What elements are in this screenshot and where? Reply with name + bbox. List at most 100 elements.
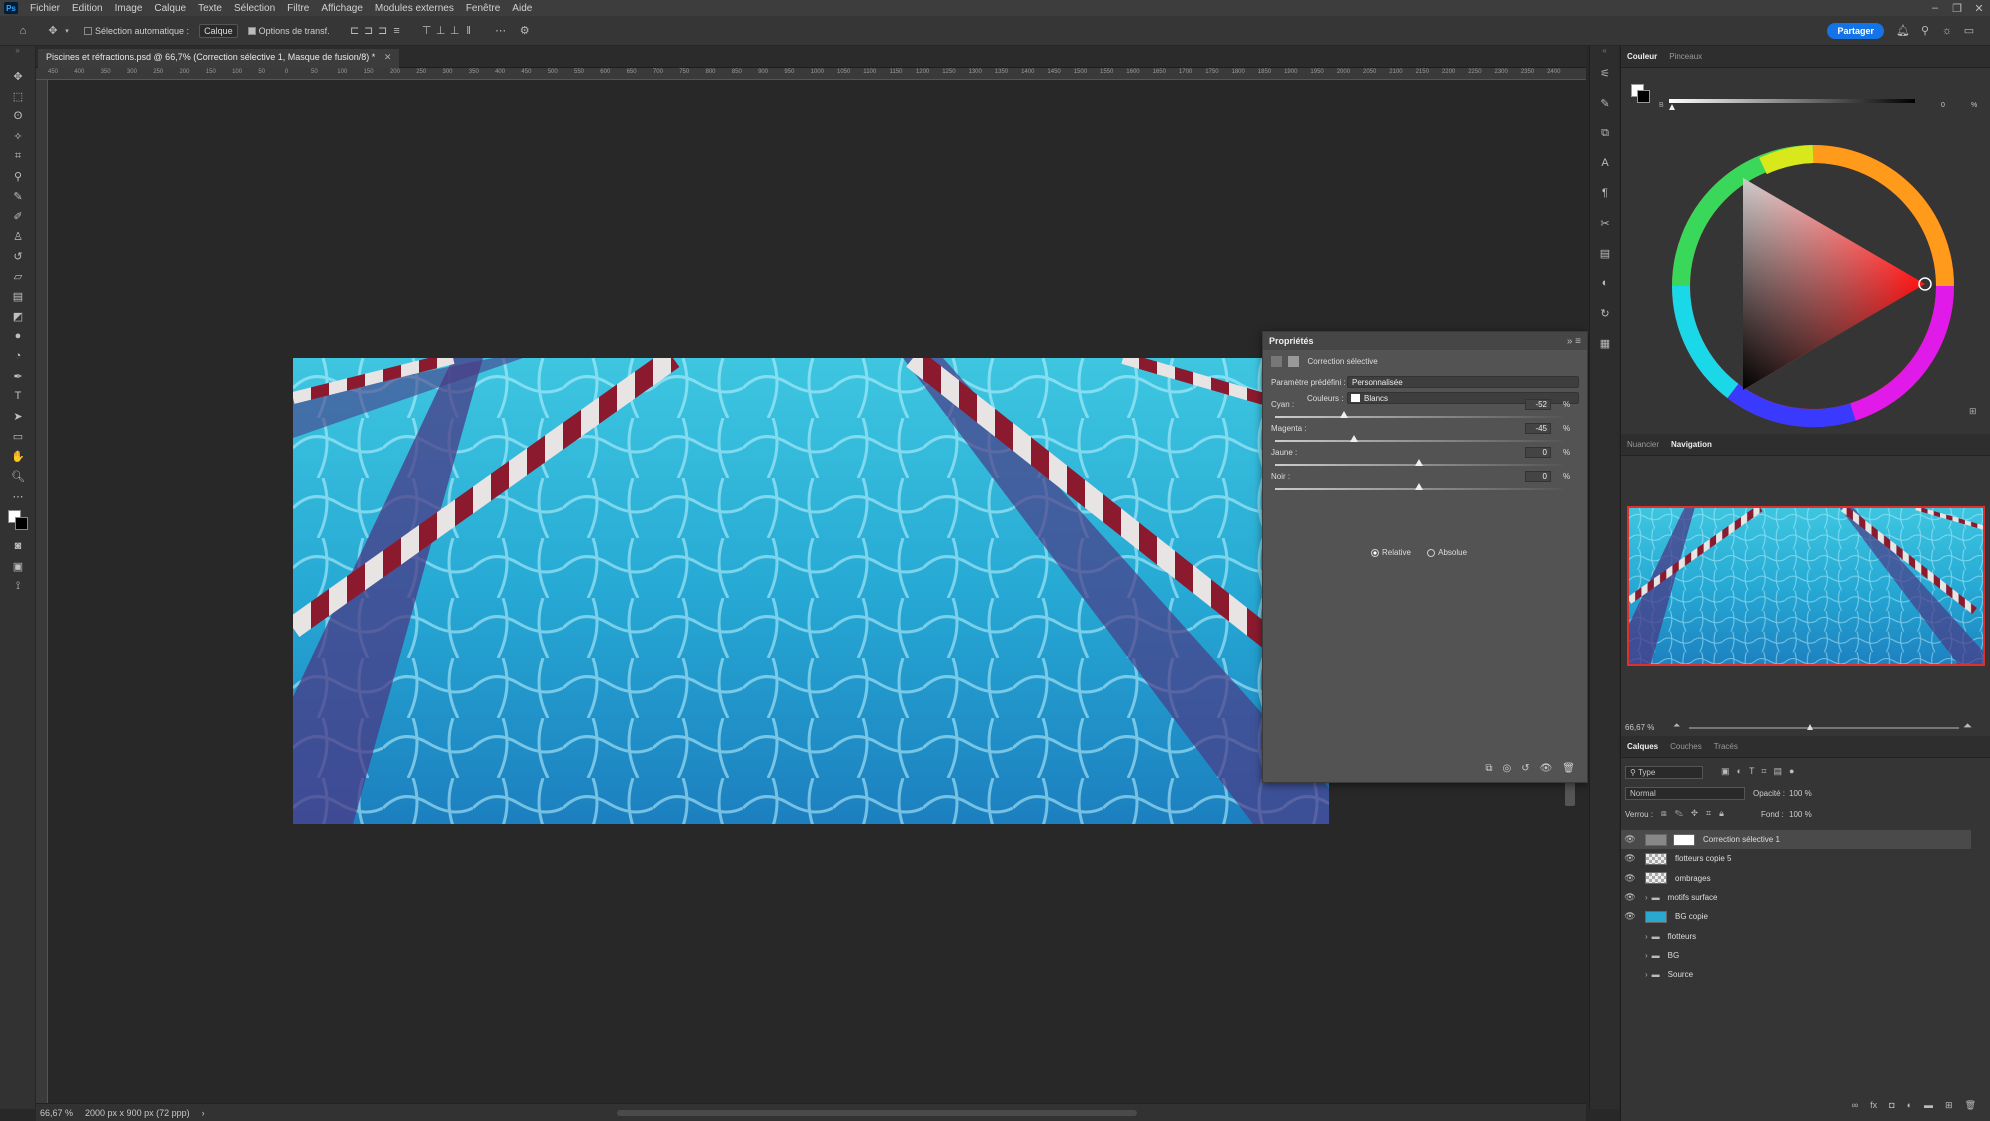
new-adjustment-icon[interactable]: ◐ [1907, 1100, 1912, 1111]
align-middle-icon[interactable]: ⊥ [434, 24, 448, 38]
delete-layer-icon[interactable]: 🗑︎ [1965, 1100, 1976, 1111]
auto-select-option[interactable]: Sélection automatique : [84, 26, 189, 36]
align-left-icon[interactable]: ⊏ [348, 24, 362, 38]
adjustment-icon[interactable] [1271, 356, 1282, 367]
dodge-tool-icon[interactable]: ◔ [0, 346, 36, 366]
align-center-icon[interactable]: ⊐ [362, 24, 376, 38]
slider-thumb[interactable] [1415, 483, 1423, 490]
move-tool-icon[interactable]: ✥ [0, 66, 36, 86]
type-tool-icon[interactable]: T [0, 386, 36, 406]
dock-collapse-icon[interactable]: « [1590, 46, 1619, 58]
blend-mode-dropdown[interactable]: Normal [1625, 787, 1745, 800]
slider-value-input[interactable]: 0 [1525, 447, 1551, 458]
auto-select-checkbox[interactable] [84, 26, 92, 35]
menu-item[interactable]: Fichier [24, 3, 66, 14]
adjustments-icon[interactable]: ◐ [1590, 268, 1620, 298]
reset-icon[interactable]: ↺ [1521, 763, 1529, 774]
home-icon[interactable]: ⌂ [16, 24, 30, 38]
libraries-icon[interactable]: ▤ [1590, 238, 1620, 268]
chevron-down-icon[interactable]: ▾ [60, 24, 74, 38]
gear-icon[interactable]: ⚙ [518, 24, 532, 38]
layer-row[interactable]: 👁︎ BG copie [1621, 907, 1971, 926]
document-tab[interactable]: Piscines et réfractions.psd @ 66,7% (Cor… [38, 49, 400, 68]
status-zoom[interactable]: 66,67 % [40, 1108, 73, 1118]
path-selection-icon[interactable]: ➤ [0, 406, 36, 426]
more-tools-icon[interactable]: ⋯ [0, 486, 36, 506]
panel-tab[interactable]: Nuancier [1627, 440, 1659, 449]
zoom-tool-icon[interactable]: 🔍︎ [0, 466, 36, 486]
brush-tool-icon[interactable]: ✐ [0, 206, 36, 226]
bell-icon[interactable]: 🔔︎ [1896, 24, 1910, 38]
mask-icon[interactable] [1288, 356, 1300, 367]
blur-tool-icon[interactable]: ● [0, 326, 36, 346]
close-tab-icon[interactable]: ✕ [384, 52, 392, 62]
opacity-value[interactable]: 100 % [1789, 789, 1812, 798]
background-color-swatch[interactable] [15, 517, 28, 530]
slider-thumb[interactable] [1340, 411, 1349, 418]
layer-filter-icons[interactable]: ▣◐T⌗▤● [1721, 766, 1801, 777]
menu-item[interactable]: Image [109, 3, 149, 14]
quick-mask-icon[interactable]: ◙ [0, 536, 36, 556]
transform-option[interactable]: Options de transf. [247, 26, 330, 36]
brushes-icon[interactable]: ✎ [1590, 88, 1620, 118]
vertical-scrollbar[interactable] [1565, 780, 1575, 806]
character-icon[interactable]: A [1590, 148, 1620, 178]
clone-stamp-icon[interactable]: ♙ [0, 226, 36, 246]
menu-item[interactable]: Aide [506, 3, 538, 14]
chevron-right-icon[interactable]: › [1645, 951, 1648, 960]
menu-item[interactable]: Filtre [281, 3, 315, 14]
align-top-icon[interactable]: ⊤ [420, 24, 434, 38]
clone-source-icon[interactable]: ⧉ [1590, 118, 1620, 148]
fill-value[interactable]: 100 % [1789, 810, 1812, 819]
paragraph-icon[interactable]: ¶ [1590, 178, 1620, 208]
color-swatches[interactable] [0, 506, 35, 536]
layer-row[interactable]: 👁︎ ombrages [1621, 869, 1971, 888]
document-canvas-image[interactable] [293, 358, 1329, 824]
move-tool-icon[interactable]: ✥ [46, 24, 60, 38]
fx-icon[interactable]: fx [1870, 1100, 1877, 1111]
eye-icon[interactable]: 👁︎ [1621, 853, 1639, 864]
menu-item[interactable]: Sélection [228, 3, 281, 14]
slider-thumb[interactable] [1350, 435, 1359, 442]
panel-tab[interactable]: Couleur [1627, 52, 1657, 61]
new-layer-icon[interactable]: ⊞ [1945, 1100, 1953, 1111]
menu-item[interactable]: Calque [148, 3, 192, 14]
history-brush-icon[interactable]: ↺ [0, 246, 36, 266]
status-expand-icon[interactable]: › [202, 1108, 205, 1118]
history-icon[interactable]: ↻ [1590, 298, 1620, 328]
slider-value-input[interactable]: 0 [1525, 471, 1551, 482]
slider-value-input[interactable]: -45 [1525, 423, 1551, 434]
screen-mode-icon[interactable]: ▣ [0, 556, 36, 576]
layer-row[interactable]: 👁︎ Correction sélective 1 [1621, 830, 1971, 849]
lasso-tool-icon[interactable]: ʘ [0, 106, 36, 126]
visibility-icon[interactable]: 👁︎ [1540, 763, 1553, 774]
new-group-icon[interactable]: ▬ [1924, 1100, 1933, 1111]
layer-row[interactable]: › ▬ Source [1621, 965, 1971, 984]
radio-relative[interactable] [1371, 548, 1379, 557]
share-button[interactable]: Partager [1827, 22, 1884, 39]
link-layers-icon[interactable]: ∞ [1852, 1100, 1858, 1111]
panel-tab[interactable]: Navigation [1671, 440, 1712, 449]
brightness-slider-thumb[interactable] [1669, 104, 1675, 110]
delete-icon[interactable]: 🗑︎ [1562, 763, 1575, 774]
menu-item[interactable]: Affichage [315, 3, 369, 14]
preset-dropdown[interactable]: Personnalisée [1347, 376, 1579, 388]
expand-panel-icon[interactable]: ⊞ [1969, 406, 1977, 417]
panel-collapse-icon[interactable]: » ≡ [1567, 336, 1581, 347]
chevron-right-icon[interactable]: › [1645, 932, 1648, 941]
add-mask-icon[interactable]: ◘ [1889, 1100, 1894, 1111]
distribute-icon[interactable]: ≡ [390, 24, 404, 38]
search-icon[interactable]: ⚲ [1918, 24, 1932, 38]
layer-row[interactable]: › ▬ flotteurs [1621, 927, 1971, 946]
more-options-icon[interactable]: ⋯ [494, 24, 508, 38]
chevron-right-icon[interactable]: › [1645, 893, 1648, 902]
slider-track[interactable] [1275, 416, 1563, 418]
close-icon[interactable]: ✕ [1968, 2, 1990, 15]
auto-select-dropdown[interactable]: Calque [199, 23, 238, 38]
navigation-preview[interactable] [1627, 506, 1985, 666]
panel-tab[interactable]: Pinceaux [1669, 52, 1702, 61]
properties-dock-icon[interactable]: ▦ [1590, 328, 1620, 358]
minimize-icon[interactable]: – [1924, 2, 1946, 14]
gradient-tool-icon[interactable]: ▤ [0, 286, 36, 306]
color-wheel[interactable] [1663, 136, 1963, 436]
